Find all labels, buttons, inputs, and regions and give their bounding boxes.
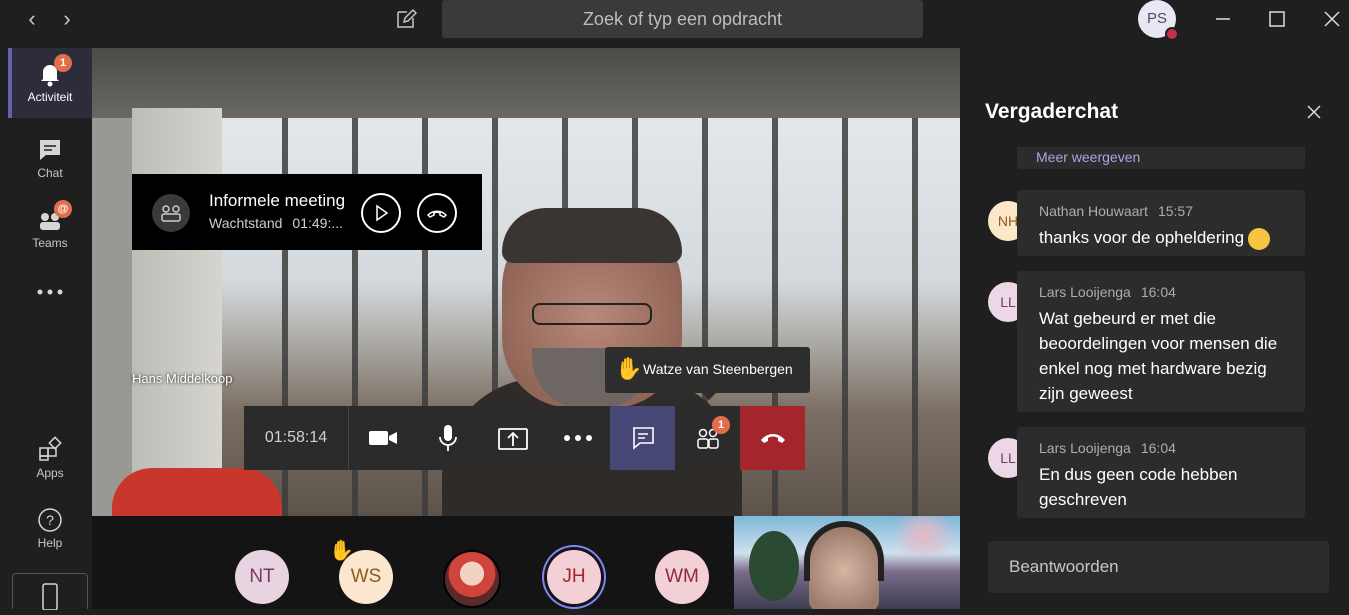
apps-icon	[36, 436, 64, 464]
show-chat-button[interactable]	[610, 406, 675, 470]
rail-item-teams[interactable]: @ Teams	[8, 194, 92, 264]
resume-button[interactable]	[361, 193, 401, 233]
chat-message: Lars Looijenga 16:04 Wat gebeurd er met d…	[1017, 271, 1305, 412]
rail-label-help: Help	[37, 536, 63, 550]
chat-panel-title: Vergaderchat	[985, 100, 1119, 123]
message-avatar-initials: LL	[1000, 450, 1016, 466]
more-options-button[interactable]	[545, 406, 610, 470]
app-rail: 1 Activiteit Chat @ Teams Apps ? Help	[0, 40, 92, 611]
message-body: Wat gebeurd er met die beoordelingen voo…	[1039, 309, 1278, 403]
participant-avatar-wm[interactable]: WM	[655, 550, 709, 604]
raised-hand-tooltip: ✋ Watze van Steenbergen	[605, 347, 810, 400]
message-text: thanks voor de opheldering	[1039, 228, 1245, 247]
raised-hand-name: Watze van Steenbergen	[643, 361, 793, 377]
participant-photo[interactable]	[443, 550, 501, 608]
background-pillar	[132, 108, 222, 516]
message-meta: Nathan Houwaart 15:57	[1039, 203, 1193, 219]
maximize-icon[interactable]	[1266, 8, 1288, 30]
hang-up-button[interactable]	[740, 406, 805, 470]
message-author: Lars Looijenga	[1039, 284, 1131, 300]
background-ceiling	[92, 48, 960, 118]
teams-icon: @	[36, 200, 72, 234]
rail-item-chat[interactable]: Chat	[8, 124, 92, 194]
search-input[interactable]: Zoek of typ een opdracht	[442, 0, 923, 38]
end-held-call-button[interactable]	[417, 193, 457, 233]
rail-label-teams: Teams	[32, 236, 68, 250]
background-chair	[112, 468, 282, 516]
user-initials: PS	[1146, 10, 1167, 27]
held-status-label: Wachtstand	[209, 215, 283, 231]
teams-mention-icon: @	[54, 200, 72, 218]
message-avatar-initials: LL	[1000, 294, 1016, 310]
rail-item-activity[interactable]: 1 Activiteit	[8, 48, 92, 118]
call-timer: 01:58:14	[244, 406, 349, 470]
compose-icon[interactable]	[395, 8, 418, 30]
speaker-name-label: Hans Middelkoop	[132, 371, 233, 386]
message-author: Nathan Houwaart	[1039, 203, 1148, 219]
busy-status-icon	[1165, 27, 1179, 41]
message-time: 16:04	[1140, 440, 1176, 456]
raised-hand-icon: ✋	[329, 540, 354, 562]
meeting-icon	[152, 194, 190, 232]
held-meeting-card: Informele meeting Wachtstand 01:49:...	[132, 174, 482, 250]
call-controls: 01:58:14 1	[244, 406, 805, 470]
chat-message: Lars Looijenga 16:04 En dus geen code heb…	[1017, 427, 1305, 518]
participants-badge: 1	[712, 416, 730, 434]
meeting-chat-panel: Vergaderchat Meer weergeven NH Nathan Ho…	[960, 40, 1349, 609]
forward-arrow-icon[interactable]: ›	[55, 8, 79, 32]
title-bar: ‹ › Zoek of typ een opdracht PS	[0, 0, 1349, 41]
reply-placeholder: Beantwoorden	[1009, 557, 1119, 576]
rail-item-apps[interactable]: Apps	[8, 424, 92, 494]
message-body: thanks voor de opheldering	[1039, 225, 1289, 250]
help-icon: ?	[36, 506, 64, 534]
participants-button[interactable]: 1	[675, 406, 740, 470]
message-author: Lars Looijenga	[1039, 440, 1131, 456]
minimize-icon[interactable]	[1212, 8, 1234, 30]
device-icon[interactable]	[12, 573, 88, 611]
activity-badge: 1	[54, 54, 72, 72]
participant-avatar-nt[interactable]: NT	[235, 550, 289, 604]
more-apps-icon[interactable]	[8, 264, 92, 324]
show-more-label: Meer weergeven	[1036, 149, 1141, 165]
chat-message: Nathan Houwaart 15:57 thanks voor de ophe…	[1017, 190, 1305, 256]
rail-item-help[interactable]: ? Help	[8, 494, 92, 564]
back-arrow-icon[interactable]: ‹	[20, 8, 44, 32]
svg-text:?: ?	[46, 512, 54, 528]
held-elapsed: 01:49:...	[292, 215, 343, 231]
close-chat-icon[interactable]	[1305, 103, 1323, 121]
message-body: En dus geen code hebben geschreven	[1039, 465, 1238, 509]
bell-icon: 1	[36, 54, 72, 88]
rail-label-activity: Activiteit	[27, 90, 73, 104]
held-meeting-status: Wachtstand 01:49:...	[209, 215, 343, 231]
camera-button[interactable]	[350, 406, 415, 470]
message-meta: Lars Looijenga 16:04	[1039, 284, 1176, 300]
participant-avatar-jh[interactable]: JH	[547, 550, 601, 604]
raised-hand-icon: ✋	[615, 356, 643, 381]
held-meeting-title: Informele meeting	[209, 191, 346, 210]
close-window-icon[interactable]	[1321, 8, 1343, 30]
user-avatar[interactable]: PS	[1138, 0, 1179, 41]
rail-label-chat: Chat	[37, 166, 63, 180]
participant-video-tile[interactable]	[734, 516, 960, 609]
chat-icon	[36, 136, 64, 164]
smiley-emoji-icon	[1248, 227, 1271, 250]
message-time: 15:57	[1157, 203, 1193, 219]
reply-input[interactable]: Beantwoorden	[988, 541, 1329, 593]
message-meta: Lars Looijenga 16:04	[1039, 440, 1176, 456]
microphone-button[interactable]	[415, 406, 480, 470]
rail-label-apps: Apps	[36, 466, 64, 480]
share-screen-button[interactable]	[480, 406, 545, 470]
participant-gallery: NT WS ✋ JH WM	[92, 516, 960, 609]
show-more-link[interactable]: Meer weergeven	[1017, 147, 1305, 169]
message-avatar-initials: NH	[997, 213, 1019, 229]
message-time: 16:04	[1140, 284, 1176, 300]
